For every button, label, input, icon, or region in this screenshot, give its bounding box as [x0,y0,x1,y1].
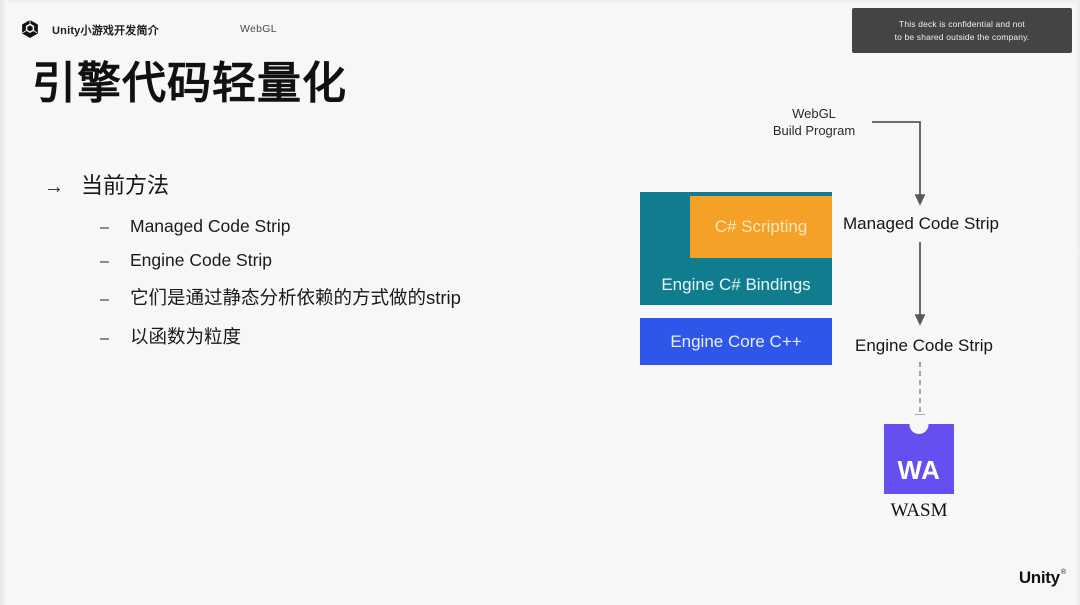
slide-edge-right [1075,0,1080,605]
engine-bindings-label: Engine C# Bindings [661,274,811,294]
arrow-right-icon: → [44,176,64,198]
bullet-level2: – Managed Code Strip [100,216,564,237]
webgl-build-line-1: WebGL [792,106,836,121]
bullet-level2-label: Managed Code Strip [130,216,291,236]
csharp-scripting-label: C# Scripting [714,217,808,236]
registered-trademark-icon: ® [1060,569,1066,576]
confidentiality-line-2: to be shared outside the company. [894,31,1030,42]
slide-edge-top [0,0,1080,4]
slide: Unity小游戏开发简介 WebGL This deck is confiden… [0,0,1080,605]
page-title: 引擎代码轻量化 [32,59,347,108]
unity-cube-icon [20,19,40,39]
csharp-scripting-block: C# Scripting [690,196,832,258]
wasm-letters: WA [897,455,941,485]
dash-icon: – [100,253,109,270]
webgl-build-program-label: WebGL Build Program [760,105,868,139]
dash-icon: – [100,219,109,236]
header-section-label: WebGL [240,23,277,35]
engine-core-label: Engine Core C++ [670,331,802,351]
slide-edge-left [0,0,7,605]
engine-core-block: Engine Core C++ [640,318,832,365]
confidentiality-notice: This deck is confidential and not to be … [852,8,1072,53]
bullet-level2-label: 以函数为粒度 [130,326,242,347]
flow-step-managed-code-strip: Managed Code Strip [843,214,999,233]
bullet-level2: – 它们是通过静态分析依赖的方式做的strip [100,284,564,310]
flow-step-engine-code-strip: Engine Code Strip [855,336,993,355]
unity-wordmark-text: Unity [1018,568,1060,587]
bullet-level1-label: 当前方法 [81,173,170,198]
bullet-level2: – 以函数为粒度 [100,323,564,349]
bullet-level1: → 当前方法 [44,168,564,200]
wasm-caption: WASM [890,500,948,521]
dash-icon: – [100,291,109,308]
webgl-build-line-2: Build Program [772,123,856,138]
header-deck-title: Unity小游戏开发简介 [52,25,159,37]
dash-icon: – [100,330,109,347]
webassembly-logo-icon: WA [884,415,954,494]
bullet-level2-label: 它们是通过静态分析依赖的方式做的strip [130,287,461,308]
bullet-level2-label: Engine Code Strip [130,250,273,270]
engine-bindings-label-wrap: Engine C# Bindings [640,264,832,305]
unity-wordmark: Unity ® [1019,568,1066,588]
bullet-list: → 当前方法 – Managed Code Strip – Engine Cod… [44,168,564,362]
bullet-level2: – Engine Code Strip [100,250,564,271]
confidentiality-line-1: This deck is confidential and not [899,18,1025,29]
